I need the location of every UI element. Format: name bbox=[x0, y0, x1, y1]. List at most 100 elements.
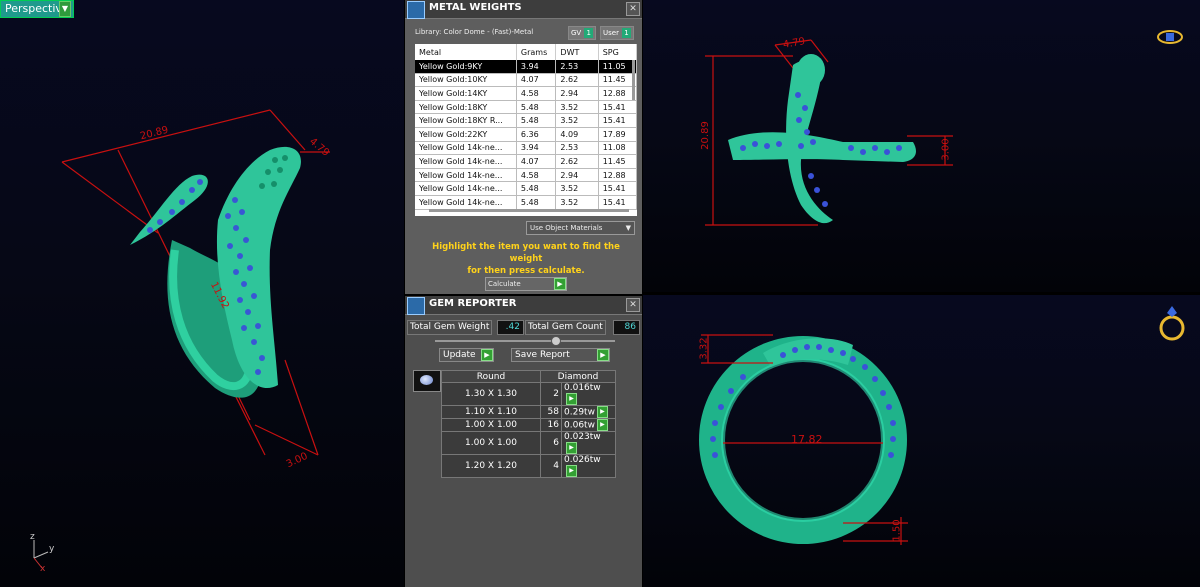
play-arrow-icon[interactable]: ▶ bbox=[596, 406, 608, 419]
cell-text: 2 bbox=[553, 389, 559, 400]
close-icon[interactable]: ✕ bbox=[626, 298, 640, 312]
table-row[interactable]: 1.10 X 1.10 58 0.29tw ▶ bbox=[441, 405, 616, 420]
panel-title: GEM REPORTER bbox=[429, 298, 517, 309]
table-cell: 2.62 bbox=[555, 73, 599, 88]
table-cell: Yellow Gold 14k-ne... bbox=[415, 195, 517, 210]
table-cell: 6 bbox=[540, 431, 562, 456]
horizontal-scrollbar[interactable] bbox=[429, 209, 629, 212]
total-weight-field: .42 bbox=[497, 320, 524, 335]
table-cell: 4.58 bbox=[516, 86, 557, 101]
gv-toggle[interactable]: GV 1 bbox=[568, 26, 597, 40]
table-cell: 11.08 bbox=[598, 141, 637, 156]
table-cell: 5.48 bbox=[516, 100, 557, 115]
table-cell: 12.88 bbox=[598, 86, 637, 101]
ring-front-icon[interactable] bbox=[1157, 303, 1187, 343]
slider-knob[interactable] bbox=[551, 336, 561, 346]
table-cell: 1.00 X 1.00 bbox=[441, 418, 541, 433]
material-dropdown[interactable]: Use Object Materials ▼ bbox=[526, 221, 635, 235]
close-icon[interactable]: ✕ bbox=[626, 2, 640, 16]
table-cell: 11.05 bbox=[598, 60, 637, 74]
table-cell: 4.07 bbox=[516, 73, 557, 88]
ring-top-icon[interactable] bbox=[1156, 26, 1184, 48]
axis-z-label: z bbox=[30, 532, 35, 542]
table-cell: 2.94 bbox=[555, 86, 599, 101]
table-cell: 0.29tw ▶ bbox=[561, 405, 616, 420]
column-header[interactable]: DWT bbox=[555, 44, 599, 60]
dimension-label: 17.82 bbox=[791, 433, 823, 446]
table-row[interactable]: Yellow Gold:14KY 4.58 2.94 12.88 bbox=[415, 86, 637, 101]
user-value: 1 bbox=[621, 28, 631, 38]
table-row[interactable]: Yellow Gold 14k-ne... 4.07 2.62 11.45 bbox=[415, 154, 637, 169]
metal-table[interactable]: Metal Grams DWT SPG Yellow Gold:9KY 3.94 2… bbox=[415, 44, 637, 216]
material-dropdown-value: Use Object Materials bbox=[530, 224, 603, 232]
update-label: Update bbox=[443, 350, 476, 360]
library-label: Library: Color Dome - (Fast)-Metal bbox=[415, 28, 534, 36]
total-weight-label: Total Gem Weight bbox=[407, 320, 493, 335]
table-cell: 11.45 bbox=[598, 154, 637, 169]
gem-slider[interactable] bbox=[435, 336, 615, 346]
dimension-label: 3.00 bbox=[940, 138, 952, 161]
table-cell: Yellow Gold 14k-ne... bbox=[415, 141, 517, 156]
cell-text: 1.30 X 1.30 bbox=[465, 389, 517, 400]
table-cell: 3.52 bbox=[555, 100, 599, 115]
table-row[interactable]: Yellow Gold:10KY 4.07 2.62 11.45 bbox=[415, 73, 637, 88]
top-viewport[interactable]: 4.79 20.89 3.00 bbox=[643, 0, 1200, 292]
cell-text: 1.20 X 1.20 bbox=[465, 461, 517, 472]
gv-label: GV bbox=[571, 29, 582, 37]
table-row[interactable]: Yellow Gold 14k-ne... 5.48 3.52 15.41 bbox=[415, 195, 637, 210]
table-cell: Yellow Gold 14k-ne... bbox=[415, 181, 517, 196]
table-cell: 2.53 bbox=[555, 60, 599, 74]
user-label: User bbox=[603, 29, 619, 37]
play-arrow-icon[interactable]: ▶ bbox=[566, 465, 577, 478]
play-arrow-icon[interactable]: ▶ bbox=[596, 419, 608, 432]
table-cell: 3.94 bbox=[516, 141, 557, 156]
top-render bbox=[705, 39, 953, 226]
table-cell: 0.016tw▶ bbox=[561, 382, 616, 407]
table-row[interactable]: Yellow Gold 14k-ne... 3.94 2.53 11.08 bbox=[415, 141, 637, 156]
table-row[interactable]: Yellow Gold 14k-ne... 4.58 2.94 12.88 bbox=[415, 168, 637, 183]
table-cell: 3.94 bbox=[516, 60, 557, 74]
column-header[interactable]: Metal bbox=[415, 44, 517, 60]
table-cell: 2.94 bbox=[555, 168, 599, 183]
column-header: Round bbox=[441, 369, 541, 384]
metal-weights-panel: METAL WEIGHTS ✕ Library: Color Dome - (F… bbox=[405, 0, 642, 294]
table-row[interactable]: 1.30 X 1.30 2 0.016tw▶ bbox=[441, 382, 616, 407]
table-row[interactable]: 1.20 X 1.20 4 0.026tw▶ bbox=[441, 454, 616, 479]
table-cell: 4.07 bbox=[516, 154, 557, 169]
table-cell: 15.41 bbox=[598, 195, 637, 210]
axis-y-label: y bbox=[49, 544, 55, 554]
table-cell: 2.62 bbox=[555, 154, 599, 169]
table-row[interactable]: Yellow Gold 14k-ne... 5.48 3.52 15.41 bbox=[415, 181, 637, 196]
column-header[interactable]: SPG bbox=[598, 44, 637, 60]
table-row[interactable]: Yellow Gold:18KY R... 5.48 3.52 15.41 bbox=[415, 113, 637, 128]
cell-text: 58 bbox=[547, 407, 559, 418]
table-row[interactable]: 1.00 X 1.00 16 0.06tw ▶ bbox=[441, 418, 616, 433]
gem-table[interactable]: Round Diamond 1.30 X 1.30 2 0.016tw▶ 1.10 X… bbox=[441, 369, 616, 479]
table-header-row: Metal Grams DWT SPG bbox=[415, 44, 637, 60]
play-arrow-icon: ▶ bbox=[597, 349, 609, 361]
calculate-button[interactable]: Calculate ▶ bbox=[485, 277, 567, 291]
update-button[interactable]: Update ▶ bbox=[439, 348, 494, 362]
perspective-viewport[interactable]: Perspective ▼ 20.89 4.79 11.92 3.00 z y … bbox=[0, 0, 404, 587]
table-cell: 16 bbox=[540, 418, 562, 433]
front-viewport[interactable]: 3.32 17.82 1.50 bbox=[643, 295, 1200, 587]
play-arrow-icon[interactable]: ▶ bbox=[566, 442, 577, 455]
table-cell: Yellow Gold:14KY bbox=[415, 86, 517, 101]
vertical-scrollbar[interactable] bbox=[632, 60, 635, 100]
table-row[interactable]: 1.00 X 1.00 6 0.023tw▶ bbox=[441, 431, 616, 456]
table-row[interactable]: Yellow Gold:22KY 6.36 4.09 17.89 bbox=[415, 127, 637, 142]
play-arrow-icon[interactable]: ▶ bbox=[566, 393, 577, 406]
dimension-label: 20.89 bbox=[699, 121, 711, 150]
table-cell: 17.89 bbox=[598, 127, 637, 142]
save-report-button[interactable]: Save Report ▶ bbox=[511, 348, 610, 362]
instruction-text: Highlight the item you want to find the … bbox=[415, 241, 637, 277]
column-header[interactable]: Grams bbox=[516, 44, 557, 60]
viewport-menu-button[interactable]: ▼ bbox=[59, 1, 71, 17]
panel-titlebar: METAL WEIGHTS ✕ bbox=[405, 0, 642, 19]
table-row[interactable]: Yellow Gold:18KY 5.48 3.52 15.41 bbox=[415, 100, 637, 115]
user-toggle[interactable]: User 1 bbox=[600, 26, 634, 40]
chevron-down-icon: ▼ bbox=[625, 224, 631, 232]
table-row[interactable]: Yellow Gold:9KY 3.94 2.53 11.05 bbox=[415, 60, 637, 74]
gem-icon bbox=[407, 297, 425, 315]
gem-icon bbox=[407, 1, 425, 19]
